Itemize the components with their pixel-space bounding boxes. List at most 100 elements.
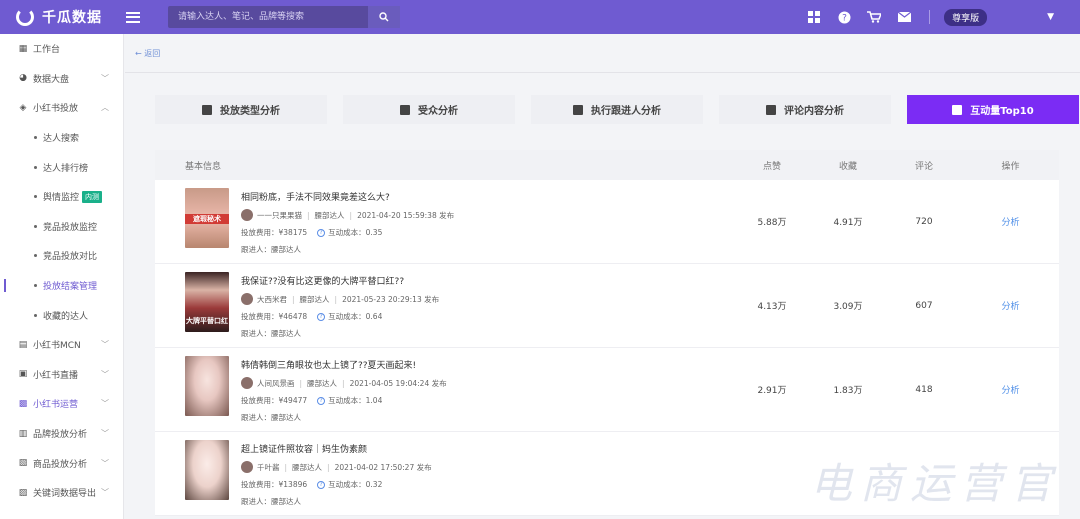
chevron-icon[interactable]: ﹀ — [101, 428, 109, 439]
chevron-icon[interactable]: ﹀ — [101, 369, 109, 380]
chevron-icon[interactable]: ﹀ — [101, 73, 109, 84]
logo[interactable]: 千瓜数据 — [16, 7, 116, 27]
header-ops: 操作 — [1001, 161, 1020, 172]
author-name[interactable]: 一一只果果猫 — [257, 210, 302, 221]
header-comments: 评论 — [914, 161, 933, 172]
sidebar-item[interactable]: ▩ 小红书运营 ﹀ — [0, 389, 123, 419]
sidebar-item[interactable]: 竞品投放对比 — [0, 241, 123, 271]
tab-0[interactable]: 投放类型分析 — [155, 95, 327, 124]
separator: | — [349, 210, 353, 220]
sidebar-item[interactable]: ◈ 小红书投放 ︿ — [0, 93, 123, 123]
sidebar-item[interactable]: ◕ 数据大盘 ﹀ — [0, 64, 123, 94]
tab-icon — [202, 104, 212, 115]
sidebar-item[interactable]: ▤ 小红书MCN ﹀ — [0, 330, 123, 360]
note-title[interactable]: 我保证??没有比这更像的大牌平替口红?? — [241, 274, 439, 287]
help-icon[interactable]: ? — [317, 228, 326, 237]
follower: 跟进人：腰部达人 — [241, 329, 301, 338]
note-info: 韩倩韩倒三角眼妆也太上镜了??夏天画起来! 人间风景画 | 腰部达人 | 202… — [155, 356, 734, 423]
divider — [125, 72, 1080, 73]
sidebar-item[interactable]: 收藏的达人 — [0, 300, 123, 330]
sidebar-item[interactable]: ▨ 关键词数据导出 ﹀ — [0, 478, 123, 508]
sidebar-item[interactable]: ▣ 小红书直播 ﹀ — [0, 360, 123, 390]
analyze-link[interactable]: 分析 — [962, 215, 1059, 228]
tab-3[interactable]: 评论内容分析 — [719, 95, 891, 124]
search-icon — [379, 12, 389, 22]
main-content: ← 返回 投放类型分析 受众分析 执行跟进人分析 评论内容分析 互动量Top10 基本信… — [125, 34, 1080, 519]
sidebar-item[interactable]: 达人排行榜 — [0, 152, 123, 182]
separator: | — [307, 210, 310, 220]
spend: 投放费用：¥13896 — [241, 480, 308, 489]
header-likes: 点赞 — [762, 161, 781, 172]
sidebar-item[interactable]: 竞品投放监控 — [0, 212, 123, 242]
help-icon[interactable]: ? — [317, 480, 326, 489]
edition-badge[interactable]: 尊享版 — [944, 8, 988, 26]
bullet-icon — [34, 254, 37, 258]
sidebar-item[interactable]: ▥ 品牌投放分析 ﹀ — [0, 419, 123, 449]
building-icon: ▤ — [18, 339, 28, 350]
note-thumbnail[interactable] — [185, 440, 229, 500]
note-title[interactable]: 韩倩韩倒三角眼妆也太上镜了??夏天画起来! — [241, 358, 447, 371]
sidebar-item[interactable]: 投放结案管理 — [0, 271, 123, 301]
publish-time: 2021-04-05 19:04:24 发布 — [349, 378, 447, 388]
note-thumbnail[interactable] — [185, 356, 229, 416]
tab-1[interactable]: 受众分析 — [343, 95, 515, 124]
export-icon: ▨ — [18, 487, 28, 498]
tab-label: 投放类型分析 — [220, 106, 280, 117]
note-title[interactable]: 相同粉底，手法不同效果竟差这么大? — [241, 190, 454, 203]
author-name[interactable]: 千叶酱 — [257, 462, 280, 473]
note-thumbnail[interactable]: 遮瑕秘术 — [185, 188, 229, 248]
tab-4[interactable]: 互动量Top10 — [907, 95, 1079, 124]
sidebar-item[interactable]: ▧ 商品投放分析 ﹀ — [0, 448, 123, 478]
beta-badge: 内测 — [82, 190, 103, 203]
interaction-cost: 互动成本：0.64 — [328, 312, 383, 321]
help-icon[interactable]: ? — [317, 312, 326, 321]
cart-icon[interactable] — [867, 10, 882, 24]
tab-label: 互动量Top10 — [970, 106, 1034, 117]
sidebar-item[interactable]: 舆情监控 内测 — [0, 182, 123, 212]
video-icon: ▣ — [18, 369, 28, 380]
tab-2[interactable]: 执行跟进人分析 — [531, 95, 703, 124]
spend: 投放费用：¥46478 — [241, 312, 308, 321]
help-icon[interactable]: ? — [837, 10, 851, 24]
note-thumbnail[interactable]: 大牌平替口红 — [185, 272, 229, 332]
author-name[interactable]: 大西米君 — [257, 294, 287, 305]
collects-count: 1.83万 — [833, 386, 863, 396]
top-nav-bar: 千瓜数据 ? 尊享版 ▼ — [0, 0, 1080, 34]
thumbnail-caption: 遮瑕秘术 — [185, 214, 229, 224]
chevron-icon[interactable]: ﹀ — [101, 458, 109, 469]
avatar — [241, 377, 253, 389]
pie-icon: ◕ — [19, 73, 27, 84]
chevron-icon[interactable]: ﹀ — [101, 339, 109, 350]
chevron-icon[interactable]: ﹀ — [101, 487, 109, 498]
separator: | — [334, 294, 338, 304]
menu-toggle-icon[interactable] — [126, 11, 140, 23]
analyze-link[interactable]: 分析 — [962, 299, 1059, 312]
sidebar-item[interactable]: ▦ 工作台 — [0, 34, 123, 64]
sidebar: ▦ 工作台 ◕ 数据大盘 ﹀ ◈ 小红书投放 ︿ 达人搜索 达人排行榜 舆情监控 内测 竞品投放监控 竞品… — [0, 34, 124, 519]
table-header: 基本信息 点赞 收藏 评论 操作 — [155, 150, 1059, 180]
chevron-down-icon[interactable]: ▼ — [1047, 12, 1054, 22]
note-info: 遮瑕秘术 相同粉底，手法不同效果竟差这么大? 一一只果果猫 | 腰部达人 | 2… — [155, 188, 734, 255]
tab-icon — [952, 104, 963, 115]
bullet-icon — [34, 284, 37, 288]
chat-icon: ▩ — [18, 398, 28, 409]
avatar — [241, 293, 253, 305]
note-info: 大牌平替口红 我保证??没有比这更像的大牌平替口红?? 大西米君 | 腰部达人 … — [155, 272, 734, 339]
search-input[interactable] — [168, 6, 368, 28]
mail-icon[interactable] — [897, 10, 911, 24]
note-title[interactable]: 超上镜证件照妆容｜妈生伪素颜 — [241, 442, 432, 455]
analysis-tabs: 投放类型分析 受众分析 执行跟进人分析 评论内容分析 互动量Top10 — [155, 95, 1080, 124]
help-icon[interactable]: ? — [317, 396, 326, 405]
chevron-icon[interactable]: ﹀ — [101, 398, 109, 409]
author-name[interactable]: 人间风景画 — [257, 378, 295, 389]
sidebar-item-label: 达人排行榜 — [43, 163, 89, 174]
back-link[interactable]: ← 返回 — [135, 48, 160, 59]
search-button[interactable] — [368, 6, 400, 28]
analyze-link[interactable]: 分析 — [962, 383, 1059, 396]
chevron-icon[interactable]: ︿ — [101, 102, 109, 113]
sidebar-item[interactable]: 达人搜索 — [0, 123, 123, 153]
sidebar-item-label: 关键词数据导出 — [33, 489, 97, 500]
apps-grid-icon[interactable] — [807, 10, 821, 24]
separator: | — [342, 378, 345, 388]
sidebar-item-label: 小红书投放 — [33, 104, 79, 115]
